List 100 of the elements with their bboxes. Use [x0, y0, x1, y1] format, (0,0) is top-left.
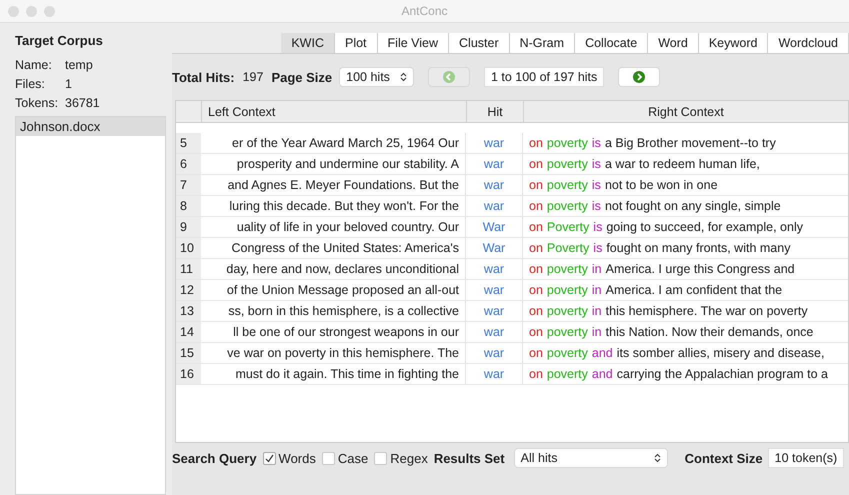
tab[interactable]: Plot — [334, 33, 378, 53]
right-context-text: America. I am confident that the — [606, 283, 782, 297]
right-context-text: not fought on any single, simple — [604, 199, 781, 213]
hit-cell: war — [466, 322, 523, 342]
tab[interactable]: Cluster — [449, 33, 510, 53]
left-context-cell: Congress of the United States: America's — [201, 238, 466, 258]
hits-range-field[interactable]: 1 to 100 of 197 hits — [484, 68, 604, 86]
row-number: 8 — [176, 196, 201, 216]
field-value: 1 — [65, 76, 72, 90]
row-number: 15 — [176, 343, 201, 363]
left-context-cell: uality of life in your beloved country. Our — [201, 217, 466, 237]
tab[interactable]: KWIC — [281, 33, 335, 53]
total-hits-value: 197 — [242, 70, 264, 84]
tab[interactable]: Collocate — [575, 33, 648, 53]
context-size-field[interactable]: 10 token(s) — [768, 449, 844, 467]
option-checkbox[interactable]: Case — [322, 450, 368, 466]
zoom-button[interactable] — [44, 6, 55, 16]
right-context-token: in — [592, 325, 602, 339]
field-value: temp — [65, 58, 93, 72]
left-context-cell: er of the Year Award March 25, 1964 Our — [201, 133, 466, 153]
row-number: 16 — [176, 364, 201, 384]
option-checkbox[interactable]: Words — [262, 450, 316, 466]
field-value: 36781 — [65, 96, 100, 110]
right-context-token: in — [592, 262, 602, 276]
right-context-text: its somber allies, misery and disease, — [616, 346, 824, 360]
option-checkbox[interactable]: Regex — [374, 450, 428, 466]
left-context-cell: of the Union Message proposed an all-out — [201, 280, 466, 300]
hit-cell: war — [466, 133, 523, 153]
right-context-text: not to be won in one — [604, 178, 718, 192]
row-number: 12 — [176, 280, 201, 300]
right-context-token: in — [592, 283, 602, 297]
right-context-token: poverty — [546, 178, 588, 192]
right-context-text: America. I urge this Congress and — [606, 262, 795, 276]
context-size-label: Context Size — [684, 450, 763, 466]
right-context-text: a war to redeem human life, — [604, 157, 760, 171]
right-context-token: poverty — [546, 262, 588, 276]
results-set-select[interactable]: All hits — [514, 449, 667, 467]
right-context-text: fought on many fronts, with many — [606, 241, 790, 255]
right-context-token: Poverty — [546, 241, 590, 255]
right-context-token: is — [592, 199, 601, 213]
right-context-token: and — [592, 367, 613, 381]
right-context-token: Poverty — [546, 220, 590, 234]
page-size-label: Page Size — [271, 70, 332, 84]
row-number: 13 — [176, 301, 201, 321]
left-context-cell: ve war on poverty in this hemisphere. The — [201, 343, 466, 363]
right-context-text: this hemisphere. The war on poverty — [606, 304, 808, 318]
row-number: 14 — [176, 322, 201, 342]
check-icon — [264, 454, 274, 462]
right-context-token: is — [593, 241, 602, 255]
row-number: 11 — [176, 259, 201, 279]
right-context-token: poverty — [546, 199, 588, 213]
right-context-token: poverty — [546, 346, 588, 360]
right-context-token: is — [592, 178, 601, 192]
page-size-select[interactable]: 100 hits — [340, 68, 413, 86]
search-query-label: Search Query — [172, 450, 257, 466]
hit-cell: war — [466, 154, 523, 174]
hit-cell: war — [466, 364, 523, 384]
field-label: Name: — [15, 58, 53, 72]
file-item[interactable]: Johnson.docx — [16, 117, 165, 136]
right-context-token: poverty — [546, 304, 588, 318]
right-context-token: poverty — [546, 325, 588, 339]
results-set-label: Results Set — [434, 450, 505, 466]
right-context-token: on — [529, 367, 543, 381]
corpus-heading: Target Corpus — [15, 33, 104, 48]
column-header[interactable]: Hit — [466, 101, 523, 122]
field-label: Tokens: — [15, 96, 60, 110]
checkbox[interactable] — [374, 452, 388, 464]
right-context-token: on — [529, 262, 543, 276]
tab[interactable]: Keyword — [698, 33, 768, 53]
right-context-token: on — [529, 325, 543, 339]
right-context-token: on — [529, 199, 543, 213]
right-context-token: is — [593, 220, 602, 234]
tab[interactable]: N-Gram — [510, 33, 576, 53]
left-context-cell: ss, born in this hemisphere, is a collective — [201, 301, 466, 321]
right-context-text: carrying the Appalachian program to a — [616, 367, 828, 381]
right-context-token: on — [529, 178, 543, 192]
checkbox[interactable] — [322, 452, 335, 464]
row-number: 9 — [176, 217, 201, 237]
hit-cell: War — [466, 217, 523, 237]
right-context-token: on — [529, 304, 543, 318]
row-number: 5 — [176, 133, 201, 153]
right-context-token: on — [529, 241, 543, 255]
column-header[interactable]: Left Context — [201, 101, 466, 122]
tab[interactable]: Word — [648, 33, 699, 53]
left-context-cell: and Agnes E. Meyer Foundations. But the — [201, 175, 466, 195]
hit-cell: War — [466, 238, 523, 258]
row-number: 10 — [176, 238, 201, 258]
next-button[interactable] — [619, 68, 660, 86]
checkbox[interactable] — [262, 452, 276, 464]
minimize-button[interactable] — [26, 6, 37, 16]
column-header[interactable]: Right Context — [523, 101, 848, 122]
tab[interactable]: File View — [378, 33, 450, 53]
close-button[interactable] — [8, 6, 19, 16]
right-context-text: a Big Brother movement--to try — [604, 136, 776, 150]
left-context-cell: prosperity and undermine our stability. A — [201, 154, 466, 174]
right-context-token: on — [529, 346, 543, 360]
right-context-text: this Nation. Now their demands, once — [606, 325, 814, 339]
left-context-cell: luring this decade. But they won't. For the — [201, 196, 466, 216]
left-context-cell: must do it again. This time in fighting the — [201, 364, 466, 384]
tab[interactable]: Wordcloud — [768, 33, 849, 53]
